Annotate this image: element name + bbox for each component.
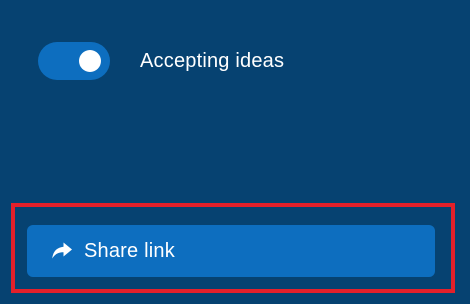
toggle-knob bbox=[79, 50, 101, 72]
share-link-label: Share link bbox=[84, 239, 175, 262]
share-link-button[interactable]: Share link bbox=[27, 225, 435, 277]
accepting-ideas-label: Accepting ideas bbox=[140, 49, 285, 72]
accepting-ideas-row: Accepting ideas bbox=[38, 42, 284, 80]
share-arrow-icon bbox=[51, 241, 73, 261]
accepting-ideas-toggle[interactable] bbox=[38, 42, 110, 80]
